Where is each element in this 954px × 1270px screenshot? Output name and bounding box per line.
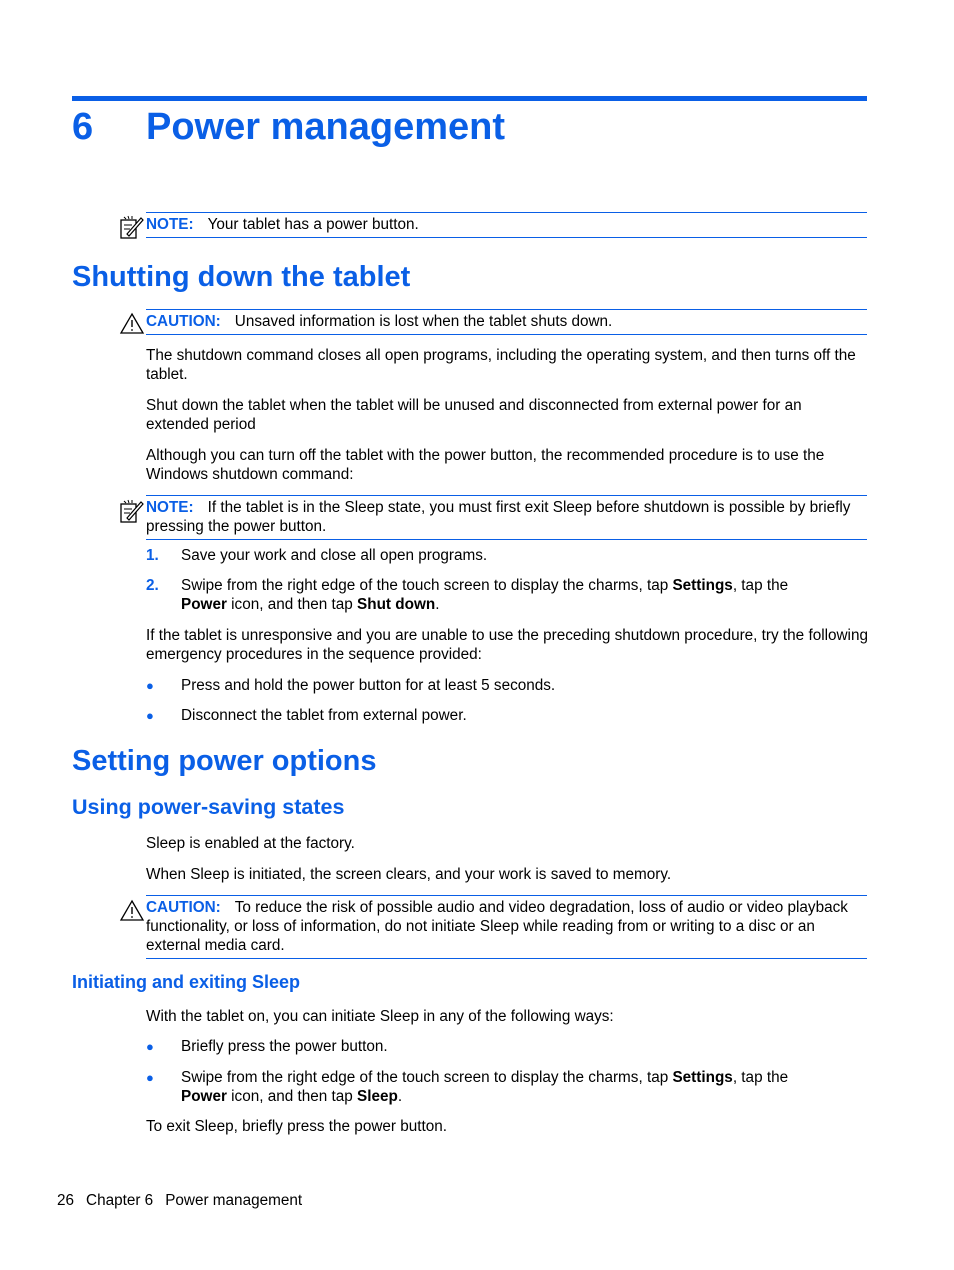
bullet-icon: ● [146,1070,154,1085]
page-footer: 26 Chapter 6 Power management [57,1192,314,1210]
chapter-title: Power management [146,106,505,148]
note-label: NOTE: [146,499,194,516]
paragraph: If the tablet is unresponsive and you ar… [146,627,868,663]
bullet-icon: ● [146,678,154,693]
step-text: Save your work and close all open progra… [181,547,488,564]
caution-sleep: CAUTION: To reduce the risk of possible a… [146,895,867,959]
caution-label: CAUTION: [146,313,221,330]
note-text: Your tablet has a power button. [207,216,419,233]
paragraph: To exit Sleep, briefly press the power b… [146,1118,448,1135]
bullet-text: Disconnect the tablet from external powe… [181,707,467,724]
note-label: NOTE: [146,216,194,233]
bullet-icon: ● [146,708,154,723]
caution-text: Unsaved information is lost when the tab… [234,313,613,330]
bullet-text: Briefly press the power button. [181,1038,388,1055]
bullet-text: Press and hold the power button for at l… [181,677,556,694]
section-heading-power-options: Setting power options [72,745,377,777]
step-text: Swipe from the right edge of the touch s… [181,577,789,613]
step-number: 1. [146,547,159,564]
caution-label: CAUTION: [146,899,221,916]
note-sleep-state: NOTE: If the tablet is in the Sleep state… [146,495,867,540]
note-intro: NOTE: Your tablet has a power button. [146,212,867,238]
subsubsection-heading: Initiating and exiting Sleep [72,972,301,992]
paragraph: With the tablet on, you can initiate Sle… [146,1008,614,1025]
paragraph: When Sleep is initiated, the screen clea… [146,866,672,883]
caution-triangle-icon [119,898,145,924]
subsection-heading: Using power-saving states [72,795,345,819]
paragraph: Although you can turn off the tablet wit… [146,447,825,483]
paragraph: Shut down the tablet when the tablet wil… [146,397,802,433]
footer-chapter-title: Power management [165,1192,303,1209]
note-icon [119,214,145,240]
paragraph: The shutdown command closes all open pro… [146,347,856,383]
bullet-text: Swipe from the right edge of the touch s… [181,1069,789,1105]
note-icon [119,498,145,524]
paragraph: Sleep is enabled at the factory. [146,835,355,852]
list-item: ● Disconnect the tablet from external po… [146,706,868,725]
caution-triangle-icon [119,311,145,337]
note-text: If the tablet is in the Sleep state, you… [146,499,851,535]
chapter-rule [72,96,867,101]
caution-text: To reduce the risk of possible audio and… [146,899,848,954]
chapter-number: 6 [72,106,94,148]
list-item: ● Briefly press the power button. [146,1037,868,1056]
list-item: 1. Save your work and close all open pro… [146,546,868,565]
caution-shutdown: CAUTION: Unsaved information is lost when… [146,309,867,335]
section-heading-shutdown: Shutting down the tablet [72,261,411,293]
list-item: ● Press and hold the power button for at… [146,676,868,695]
page-number: 26 [57,1192,75,1209]
list-item: 2. Swipe from the right edge of the touc… [146,576,868,614]
bullet-icon: ● [146,1039,154,1054]
list-item: ● Swipe from the right edge of the touch… [146,1068,868,1106]
step-number: 2. [146,577,159,594]
footer-chapter-label: Chapter 6 [86,1192,154,1209]
